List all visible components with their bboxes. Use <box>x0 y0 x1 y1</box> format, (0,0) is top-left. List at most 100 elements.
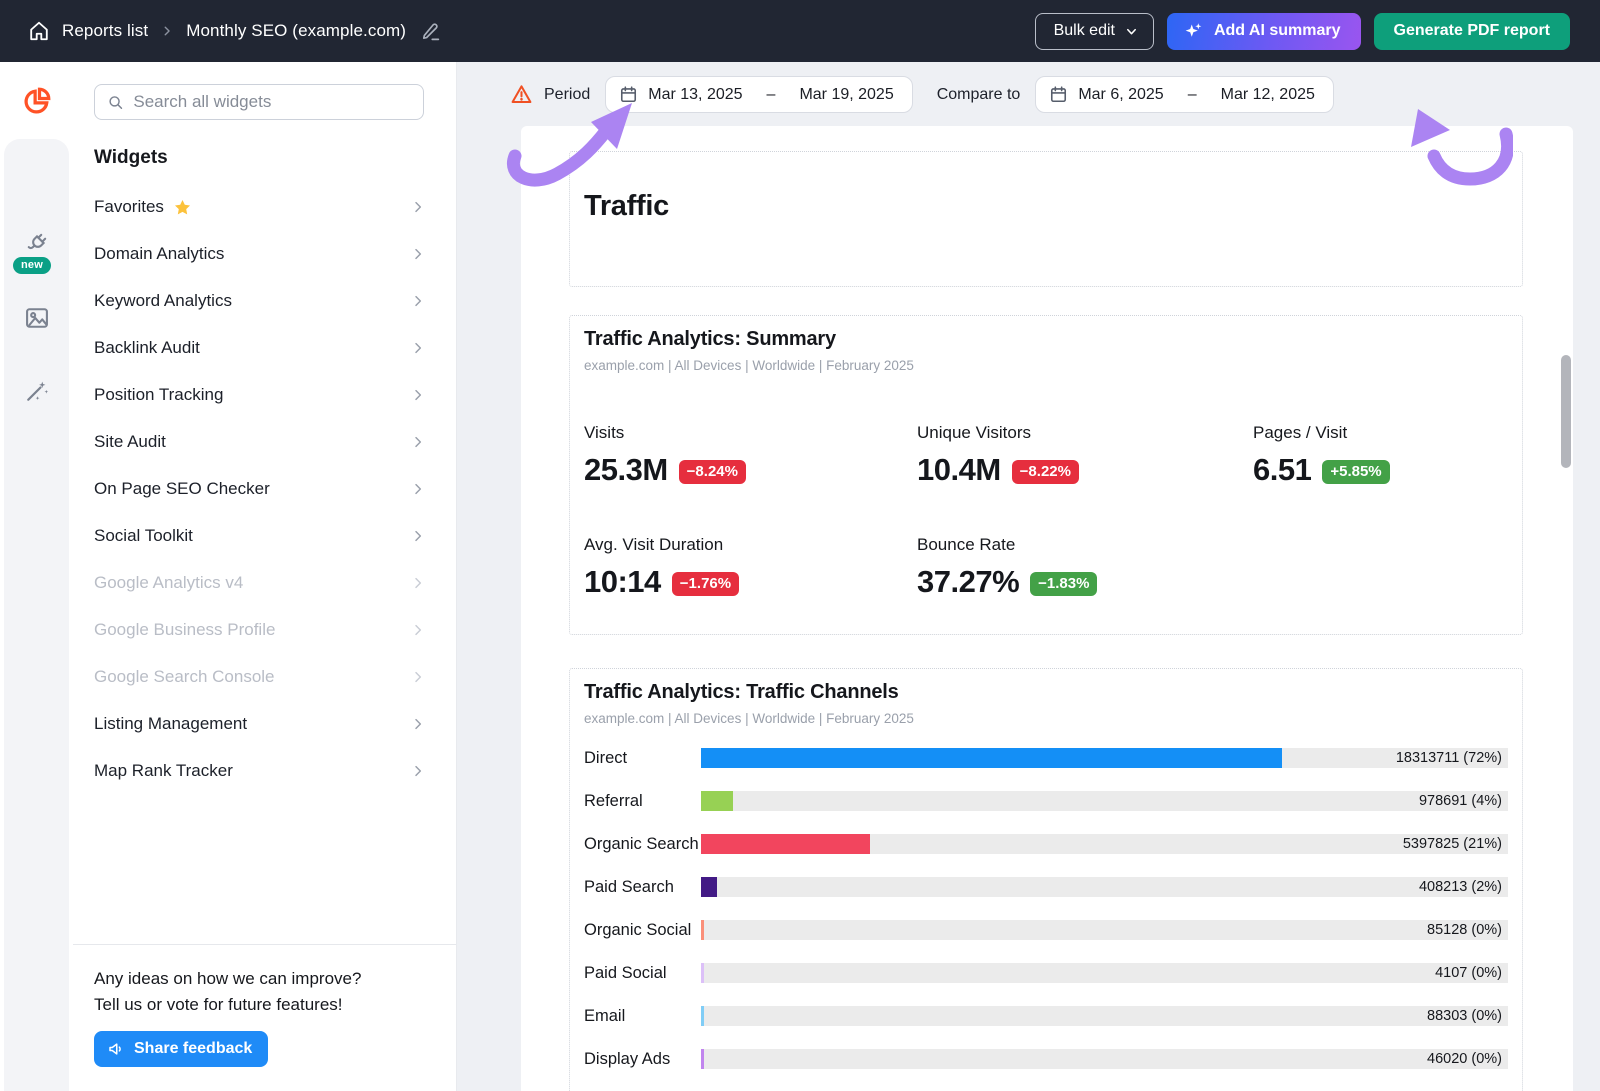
channel-bar-fill <box>701 920 704 940</box>
chevron-right-icon <box>410 481 426 497</box>
summary-metrics: Visits25.3M−8.24%Unique Visitors10.4M−8.… <box>584 423 1508 600</box>
chevron-right-icon <box>410 763 426 779</box>
edit-title-icon[interactable] <box>420 21 441 42</box>
channels-title: Traffic Analytics: Traffic Channels <box>584 681 1508 704</box>
search-icon <box>107 93 124 112</box>
channels-bar-chart: Direct18313711 (72%) Referral978691 (4%) O… <box>584 748 1508 1069</box>
top-bar: Reports list Monthly SEO (example.com) B… <box>0 0 1600 62</box>
metric-value: 37.27% <box>917 564 1019 600</box>
channel-bar-fill <box>701 1049 704 1069</box>
chevron-right-icon <box>410 340 426 356</box>
chevron-right-icon <box>410 716 426 732</box>
metric-delta-badge: −1.83% <box>1030 572 1097 596</box>
metric-value: 10.4M <box>917 452 1001 488</box>
sidebar-item-on-page-seo-checker[interactable]: On Page SEO Checker <box>73 465 456 512</box>
integrations-plug-icon[interactable] <box>23 229 51 257</box>
sidebar-item-label: Google Analytics v4 <box>94 573 243 593</box>
sidebar-item-domain-analytics[interactable]: Domain Analytics <box>73 230 456 277</box>
bulk-edit-button[interactable]: Bulk edit <box>1035 13 1154 50</box>
channel-bar-track: 5397825 (21%) <box>701 834 1508 854</box>
sidebar-item-label: Google Business Profile <box>94 620 275 640</box>
images-icon[interactable] <box>23 304 51 332</box>
chevron-right-icon <box>410 669 426 685</box>
sidebar-item-site-audit[interactable]: Site Audit <box>73 418 456 465</box>
compare-start-date: Mar 6, 2025 <box>1078 86 1163 104</box>
sidebar-item-listing-management[interactable]: Listing Management <box>73 700 456 747</box>
sidebar-item-keyword-analytics[interactable]: Keyword Analytics <box>73 277 456 324</box>
metric-value: 25.3M <box>584 452 668 488</box>
channel-bar-fill <box>701 748 1282 768</box>
favorites-star-icon <box>173 198 192 217</box>
channel-bar-track: 978691 (4%) <box>701 791 1508 811</box>
channel-label: Organic Search <box>584 835 701 854</box>
summary-title: Traffic Analytics: Summary <box>584 328 1508 351</box>
channel-row-display-ads: Display Ads46020 (0%) <box>584 1049 1508 1069</box>
channel-bar-fill <box>701 1006 704 1026</box>
sidebar-item-map-rank-tracker[interactable]: Map Rank Tracker <box>73 747 456 794</box>
summary-subtitle: example.com | All Devices | Worldwide | … <box>584 358 1508 373</box>
chevron-right-icon <box>410 434 426 450</box>
channels-subtitle: example.com | All Devices | Worldwide | … <box>584 711 1508 726</box>
metric-value: 10:14 <box>584 564 661 600</box>
widget-traffic-channels[interactable]: Traffic Analytics: Traffic Channels exam… <box>569 668 1523 1091</box>
channel-bar-fill <box>701 963 704 983</box>
channel-bar-track: 88303 (0%) <box>701 1006 1508 1026</box>
compare-dash: – <box>1188 86 1197 104</box>
page-scrollbar[interactable] <box>1561 355 1571 468</box>
sidebar-item-label: Social Toolkit <box>94 526 193 546</box>
chevron-right-icon <box>410 528 426 544</box>
channel-row-direct: Direct18313711 (72%) <box>584 748 1508 768</box>
channel-label: Email <box>584 1007 701 1026</box>
calendar-icon <box>1049 85 1068 104</box>
channel-value: 85128 (0%) <box>1427 922 1502 938</box>
sidebar-item-google-business-profile: Google Business Profile <box>73 606 456 653</box>
sidebar-item-label: Backlink Audit <box>94 338 200 358</box>
breadcrumb-reports-list[interactable]: Reports list <box>62 21 148 41</box>
rail-panel: new <box>4 139 69 1091</box>
channel-bar-track: 46020 (0%) <box>701 1049 1508 1069</box>
metric-unique-visitors: Unique Visitors10.4M−8.22% <box>917 423 1253 488</box>
sidebar-item-favorites[interactable]: Favorites <box>73 183 456 230</box>
compare-end-date: Mar 12, 2025 <box>1221 86 1315 104</box>
search-input[interactable] <box>133 92 411 112</box>
sidebar-item-label: Map Rank Tracker <box>94 761 233 781</box>
widgets-library-icon[interactable] <box>22 86 54 118</box>
sparkles-icon <box>1183 21 1204 42</box>
channel-row-organic-social: Organic Social 85128 (0%) <box>584 920 1508 940</box>
generate-pdf-label: Generate PDF report <box>1394 22 1550 40</box>
sidebar-item-label: Keyword Analytics <box>94 291 232 311</box>
share-feedback-button[interactable]: Share feedback <box>94 1031 268 1067</box>
add-ai-summary-button[interactable]: Add AI summary <box>1167 13 1361 50</box>
report-title: Monthly SEO (example.com) <box>186 21 406 41</box>
widget-traffic-summary[interactable]: Traffic Analytics: Summary example.com |… <box>569 315 1523 635</box>
channel-value: 408213 (2%) <box>1419 879 1502 895</box>
period-date-picker[interactable]: Mar 13, 2025 – Mar 19, 2025 <box>605 76 912 113</box>
channel-value: 5397825 (21%) <box>1403 836 1502 852</box>
channel-label: Organic Social <box>584 921 701 940</box>
sidebar-item-social-toolkit[interactable]: Social Toolkit <box>73 512 456 559</box>
channel-value: 46020 (0%) <box>1427 1051 1502 1067</box>
channel-row-email: Email88303 (0%) <box>584 1006 1508 1026</box>
period-dash: – <box>767 86 776 104</box>
metric-delta-badge: +5.85% <box>1322 460 1389 484</box>
metric-label: Visits <box>584 423 917 443</box>
home-icon[interactable] <box>28 20 50 42</box>
channel-bar-track: 85128 (0%) <box>701 920 1508 940</box>
sidebar-item-google-analytics-v4: Google Analytics v4 <box>73 559 456 606</box>
top-bar-actions: Bulk edit Add AI summary Generate PDF re… <box>1035 13 1570 50</box>
metric-visits: Visits25.3M−8.24% <box>584 423 917 488</box>
add-ai-summary-label: Add AI summary <box>1214 22 1341 40</box>
metric-pages-visit: Pages / Visit6.51+5.85% <box>1253 423 1508 488</box>
channel-row-referral: Referral978691 (4%) <box>584 791 1508 811</box>
sidebar-item-position-tracking[interactable]: Position Tracking <box>73 371 456 418</box>
compare-date-picker[interactable]: Mar 6, 2025 – Mar 12, 2025 <box>1035 76 1334 113</box>
sidebar-item-backlink-audit[interactable]: Backlink Audit <box>73 324 456 371</box>
widget-section-title[interactable]: Traffic <box>569 151 1523 287</box>
magic-wand-icon[interactable] <box>23 377 51 405</box>
generate-pdf-button[interactable]: Generate PDF report <box>1374 13 1570 50</box>
sidebar-item-label: Listing Management <box>94 714 247 734</box>
new-badge: new <box>13 257 51 274</box>
feedback-line1: Any ideas on how we can improve? <box>94 966 435 992</box>
icon-rail: new <box>0 62 73 1091</box>
metric-label: Unique Visitors <box>917 423 1253 443</box>
